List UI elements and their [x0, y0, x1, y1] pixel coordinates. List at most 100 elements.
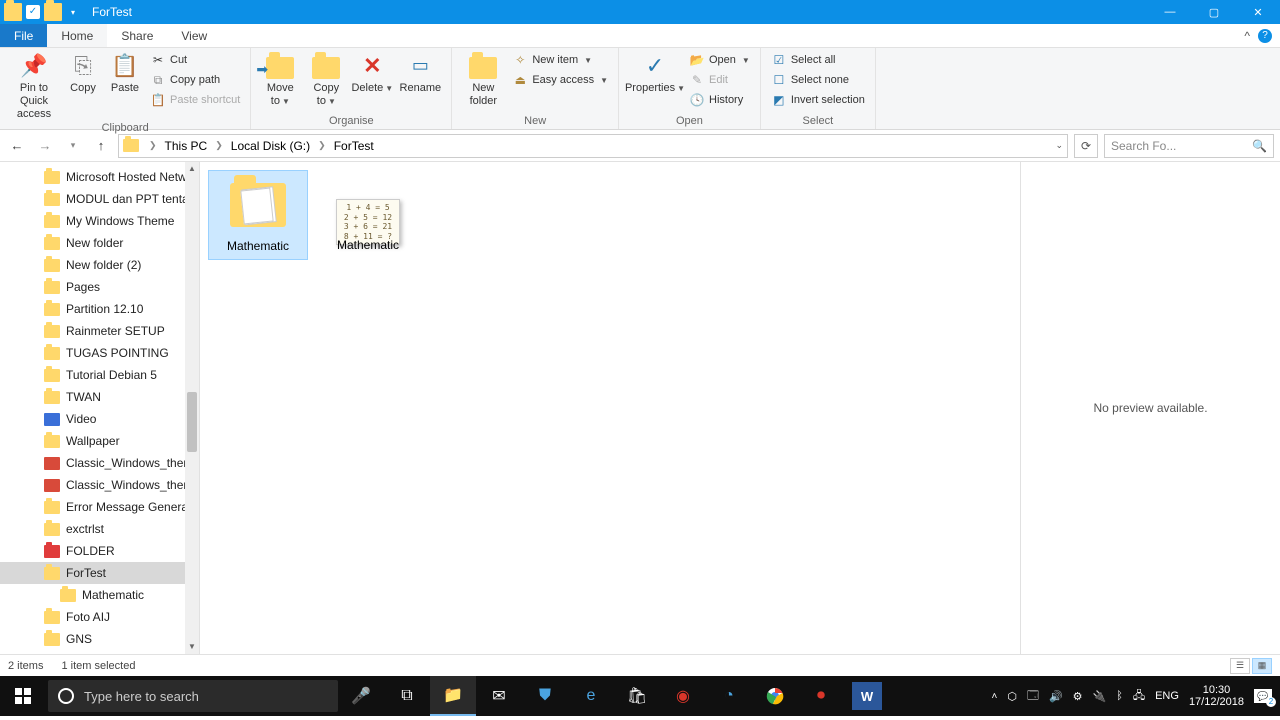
- tab-view[interactable]: View: [167, 24, 221, 47]
- tree-item[interactable]: GNS: [0, 628, 199, 650]
- taskbar-app-msstore[interactable]: 🛍: [614, 676, 660, 716]
- file-item[interactable]: Mathematic: [208, 170, 308, 260]
- taskbar-app-explorer[interactable]: 📁: [430, 676, 476, 716]
- delete-button[interactable]: ✕ Delete▼: [349, 50, 395, 95]
- select-none-button[interactable]: ☐Select none: [767, 70, 869, 90]
- tray-icon[interactable]: ⬡: [1007, 690, 1017, 703]
- tree-item[interactable]: New folder (2): [0, 254, 199, 276]
- chevron-right-icon[interactable]: ❯: [314, 140, 330, 151]
- tray-bluetooth-icon[interactable]: ᛒ: [1116, 690, 1123, 702]
- taskbar-app-generic[interactable]: ◔: [706, 676, 752, 716]
- tree-item[interactable]: Foto AIJ: [0, 606, 199, 628]
- tree-item[interactable]: Classic_Windows_themes: [0, 474, 199, 496]
- forward-button[interactable]: →: [34, 135, 56, 157]
- tree-item[interactable]: MODUL dan PPT tentang: [0, 188, 199, 210]
- taskbar-app-store[interactable]: ⛊: [522, 676, 568, 716]
- system-tray[interactable]: ˄ ⬡ 🗔 🔊 ⚙ 🔌 ᛒ 🖧 ENG 10:30 17/12/2018 💬: [984, 684, 1280, 708]
- navigation-tree[interactable]: Microsoft Hosted NetwoMODUL dan PPT tent…: [0, 162, 200, 654]
- file-list[interactable]: Mathematic1 + 4 = 52 + 5 = 123 + 6 = 218…: [200, 162, 1020, 654]
- chevron-right-icon[interactable]: ❯: [145, 140, 161, 151]
- tree-item[interactable]: ForTest: [0, 562, 199, 584]
- file-item[interactable]: 1 + 4 = 52 + 5 = 123 + 6 = 218 + 11 = ?M…: [318, 170, 418, 258]
- tray-power-icon[interactable]: 🔌: [1093, 690, 1107, 703]
- tree-item[interactable]: Classic_Windows_themes: [0, 452, 199, 474]
- search-input[interactable]: Search Fo... 🔍: [1104, 134, 1274, 158]
- select-all-button[interactable]: ☑Select all: [767, 50, 869, 70]
- copy-button[interactable]: ⎘ Copy: [62, 50, 104, 95]
- tree-item[interactable]: TWAN: [0, 386, 199, 408]
- large-icons-view-button[interactable]: ▦: [1252, 658, 1272, 674]
- tree-item[interactable]: Rainmeter SETUP: [0, 320, 199, 342]
- invert-selection-button[interactable]: ◩Invert selection: [767, 90, 869, 110]
- open-button[interactable]: 📂Open▼: [685, 50, 754, 70]
- tree-item[interactable]: Video: [0, 408, 199, 430]
- taskbar-app-word[interactable]: W: [852, 682, 882, 710]
- scroll-down-icon[interactable]: ▼: [185, 640, 199, 654]
- minimize-button[interactable]: ―: [1148, 0, 1192, 24]
- paste-button[interactable]: 📋 Paste: [104, 50, 146, 95]
- tree-item[interactable]: TUGAS POINTING: [0, 342, 199, 364]
- taskbar-app-chrome[interactable]: [752, 676, 798, 716]
- tree-item[interactable]: New folder: [0, 232, 199, 254]
- properties-button[interactable]: ✓ Properties▼: [625, 50, 685, 95]
- recent-dropdown[interactable]: ▾: [62, 135, 84, 157]
- easy-access-button[interactable]: ⏏Easy access▼: [508, 70, 612, 90]
- task-view-button[interactable]: ⧉: [384, 676, 430, 716]
- rename-button[interactable]: ▭ Rename: [395, 50, 445, 95]
- tree-item[interactable]: FOLDER: [0, 540, 199, 562]
- tree-item[interactable]: Partition 12.10: [0, 298, 199, 320]
- tree-item[interactable]: Wallpaper: [0, 430, 199, 452]
- taskbar-app-record[interactable]: ⏺: [798, 676, 844, 716]
- copy-path-button[interactable]: ⧉Copy path: [146, 70, 244, 90]
- edit-button[interactable]: ✎Edit: [685, 70, 754, 90]
- notifications-icon[interactable]: 💬: [1254, 689, 1272, 703]
- scroll-up-icon[interactable]: ▲: [185, 162, 199, 176]
- new-folder-button[interactable]: New folder: [458, 50, 508, 108]
- qat-dropdown-icon[interactable]: ▾: [64, 3, 82, 21]
- tray-clock[interactable]: 10:30 17/12/2018: [1189, 684, 1244, 708]
- tree-scrollbar[interactable]: ▲ ▼: [185, 162, 199, 654]
- taskbar-app-generic[interactable]: ◉: [660, 676, 706, 716]
- chevron-right-icon[interactable]: ❯: [211, 140, 227, 151]
- help-icon[interactable]: ?: [1258, 29, 1272, 43]
- tree-item[interactable]: Pages: [0, 276, 199, 298]
- pin-quick-access-button[interactable]: 📌 Pin to Quick access: [6, 50, 62, 122]
- tree-item[interactable]: Error Message Generator: [0, 496, 199, 518]
- breadcrumb-item[interactable]: Local Disk (G:): [229, 139, 312, 153]
- tray-network-icon[interactable]: 🖧: [1133, 687, 1145, 706]
- start-button[interactable]: [0, 676, 46, 716]
- details-view-button[interactable]: ☰: [1230, 658, 1250, 674]
- tab-share[interactable]: Share: [107, 24, 167, 47]
- copy-to-button[interactable]: Copy to▼: [303, 50, 349, 108]
- tray-icon[interactable]: ⚙: [1073, 690, 1083, 703]
- maximize-button[interactable]: ▢: [1192, 0, 1236, 24]
- collapse-ribbon-icon[interactable]: ^: [1244, 29, 1250, 43]
- taskbar-app-edge[interactable]: e: [568, 676, 614, 716]
- tray-volume-icon[interactable]: 🔊: [1049, 690, 1063, 703]
- paste-shortcut-button[interactable]: 📋Paste shortcut: [146, 90, 244, 110]
- refresh-button[interactable]: ⟳: [1074, 134, 1098, 158]
- tab-file[interactable]: File: [0, 24, 47, 47]
- mic-icon[interactable]: 🎤: [338, 676, 384, 716]
- tray-icon[interactable]: 🗔: [1027, 687, 1039, 706]
- breadcrumb-item[interactable]: This PC: [163, 139, 210, 153]
- taskbar-app-mail[interactable]: ✉: [476, 676, 522, 716]
- tree-item[interactable]: My Windows Theme: [0, 210, 199, 232]
- taskbar-search[interactable]: Type here to search: [48, 680, 338, 712]
- address-dropdown-icon[interactable]: ⌄: [1055, 140, 1063, 151]
- tray-language[interactable]: ENG: [1155, 690, 1179, 702]
- address-bar[interactable]: ❯ This PC ❯ Local Disk (G:) ❯ ForTest ⌄: [118, 134, 1068, 158]
- cut-button[interactable]: ✂Cut: [146, 50, 244, 70]
- tree-item[interactable]: Mathematic: [0, 584, 199, 606]
- tree-item[interactable]: Microsoft Hosted Netwo: [0, 166, 199, 188]
- tray-chevron-up-icon[interactable]: ˄: [992, 691, 998, 702]
- move-to-button[interactable]: ➡ Move to▼: [257, 50, 303, 108]
- breadcrumb-item[interactable]: ForTest: [332, 139, 376, 153]
- back-button[interactable]: ←: [6, 135, 28, 157]
- tree-item[interactable]: exctrlst: [0, 518, 199, 540]
- tree-item[interactable]: Tutorial Debian 5: [0, 364, 199, 386]
- tab-home[interactable]: Home: [47, 24, 107, 47]
- history-button[interactable]: 🕓History: [685, 90, 754, 110]
- qat-properties-icon[interactable]: ✓: [24, 3, 42, 21]
- up-button[interactable]: ↑: [90, 135, 112, 157]
